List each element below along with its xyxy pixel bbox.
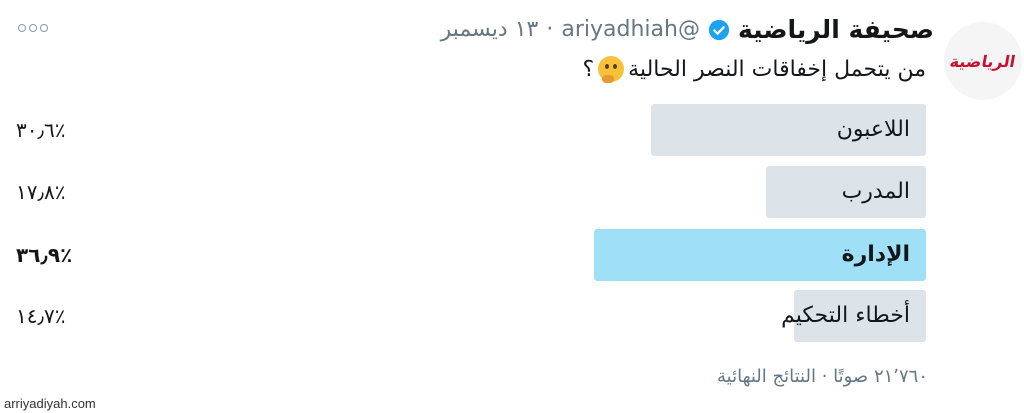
- handle[interactable]: @ariyadhiah: [561, 17, 700, 42]
- tweet-text: من يتحمل إخفاقات النصر الحالية ؟: [582, 56, 926, 83]
- poll-footer: ٢١٬٧٦٠ صوتًا · النتائج النهائية: [717, 366, 928, 387]
- more-dot: [40, 24, 48, 32]
- poll-option: الإدارة ٣٦٫٩٪: [0, 229, 1024, 281]
- poll-option-label: الإدارة: [841, 242, 910, 267]
- display-name[interactable]: صحيفة الرياضية: [738, 15, 934, 44]
- poll-option-label: أخطاء التحكيم: [781, 303, 910, 328]
- thinking-hand: [602, 75, 615, 83]
- more-dot: [18, 24, 26, 32]
- thinking-face-emoji-icon: [598, 56, 625, 83]
- poll-option: المدرب ١٧٫٨٪: [0, 166, 1024, 218]
- tweet-header: صحيفة الرياضية @ariyadhiah · ١٣ ديسمبر: [441, 15, 934, 44]
- more-options-icon[interactable]: [18, 20, 52, 36]
- verified-icon: [708, 19, 730, 40]
- poll-option: اللاعبون ٣٠٫٦٪: [0, 104, 1024, 156]
- poll-option-percent: ١٤٫٧٪: [16, 304, 66, 328]
- poll-option-label: اللاعبون: [836, 117, 910, 142]
- avatar[interactable]: الرياضية: [944, 22, 1022, 100]
- more-dot: [29, 24, 37, 32]
- separator-dot: ·: [546, 17, 554, 42]
- avatar-logo: الرياضية: [948, 51, 1018, 71]
- tweet-text-body: من يتحمل إخفاقات النصر الحالية: [628, 56, 926, 82]
- poll-option-label: المدرب: [841, 179, 910, 204]
- poll-option: أخطاء التحكيم ١٤٫٧٪: [0, 290, 1024, 342]
- watermark: arriyadiyah.com: [4, 396, 96, 411]
- poll-option-percent: ١٧٫٨٪: [16, 180, 66, 204]
- tweet-date[interactable]: ١٣ ديسمبر: [441, 17, 539, 42]
- poll-option-percent: ٣٠٫٦٪: [16, 118, 66, 142]
- question-mark: ؟: [582, 56, 595, 82]
- poll-option-percent: ٣٦٫٩٪: [16, 243, 73, 267]
